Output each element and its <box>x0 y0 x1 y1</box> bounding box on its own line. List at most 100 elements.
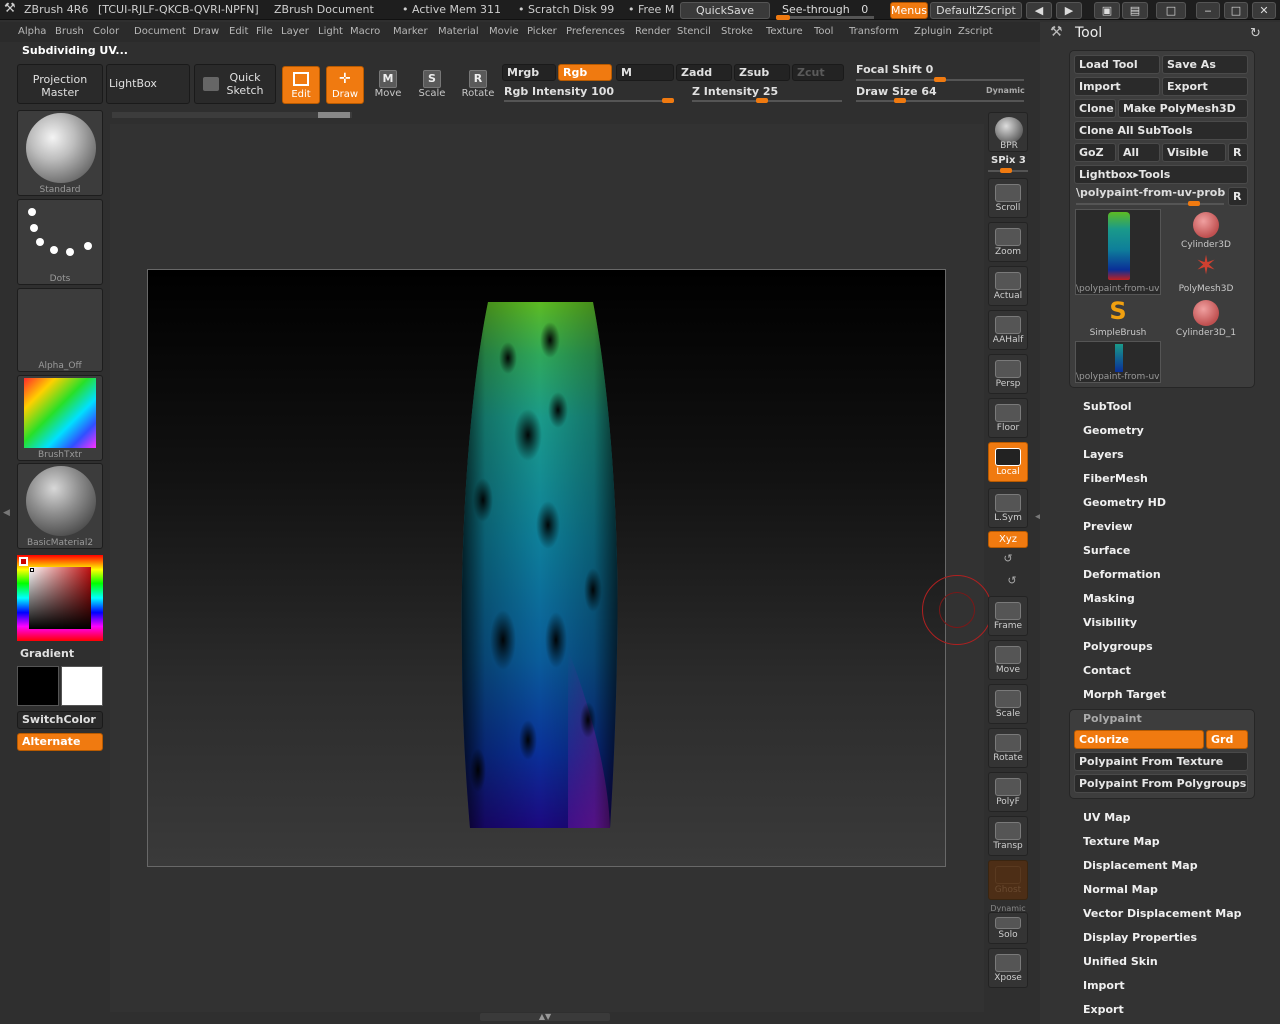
polypaint-from-polygroups-button[interactable]: Polypaint From Polygroups <box>1074 774 1248 793</box>
menu-picker[interactable]: Picker <box>527 26 557 37</box>
default-zscript-button[interactable]: DefaultZScript <box>930 2 1022 19</box>
menu-movie[interactable]: Movie <box>489 26 519 37</box>
section-normal-map[interactable]: Normal Map <box>1083 883 1158 896</box>
frame-button[interactable]: Frame <box>988 596 1028 636</box>
switch-color-button[interactable]: SwitchColor <box>17 711 103 729</box>
rotate-tool-button[interactable]: R Rotate <box>458 66 498 106</box>
section-unified-skin[interactable]: Unified Skin <box>1083 955 1158 968</box>
menu-render[interactable]: Render <box>635 26 671 37</box>
see-through-track[interactable] <box>776 15 874 20</box>
local-button[interactable]: Local <box>988 442 1028 482</box>
edit-button[interactable]: Edit <box>282 66 320 104</box>
clone-button[interactable]: Clone <box>1074 99 1116 118</box>
menu-alpha[interactable]: Alpha <box>18 26 46 37</box>
goz-all-button[interactable]: All <box>1118 143 1160 162</box>
ghost-button[interactable]: Ghost <box>988 860 1028 900</box>
maximize-icon[interactable]: □ <box>1224 2 1248 19</box>
quicksave-button[interactable]: QuickSave <box>680 2 770 19</box>
colorize-button[interactable]: Colorize <box>1074 730 1204 749</box>
menu-brush[interactable]: Brush <box>55 26 84 37</box>
alpha-thumbnail[interactable]: Alpha_Off <box>17 288 103 372</box>
stroke-thumbnail[interactable]: Dots <box>17 199 103 285</box>
z-intensity-slider[interactable]: Z Intensity 25 <box>692 85 778 98</box>
polypaint-from-texture-button[interactable]: Polypaint From Texture <box>1074 752 1248 771</box>
menu-layer[interactable]: Layer <box>281 26 309 37</box>
color-picker[interactable] <box>17 555 103 641</box>
menu-light[interactable]: Light <box>318 26 343 37</box>
menu-tool[interactable]: Tool <box>814 26 833 37</box>
grd-button[interactable]: Grd <box>1206 730 1248 749</box>
subtool-cylinder3d-1[interactable]: Cylinder3D_1 <box>1163 297 1249 341</box>
draw-button[interactable]: ✛ Draw <box>326 66 364 104</box>
section-geometry-hd[interactable]: Geometry HD <box>1083 496 1166 509</box>
scroll-button[interactable]: Scroll <box>988 178 1028 218</box>
scroll-left-icon[interactable]: ◀ <box>1026 2 1052 19</box>
subtool-cylinder3d[interactable]: Cylinder3D <box>1163 209 1249 253</box>
spix-track[interactable] <box>988 168 1028 173</box>
menu-stroke[interactable]: Stroke <box>721 26 753 37</box>
alternate-button[interactable]: Alternate <box>17 733 103 751</box>
lightbox-button[interactable]: LightBox <box>106 64 190 104</box>
goz-button[interactable]: GoZ <box>1074 143 1116 162</box>
bottom-tray-toggle-icon[interactable]: ▲▼ <box>480 1013 610 1021</box>
section-polygroups[interactable]: Polygroups <box>1083 640 1153 653</box>
bpr-button[interactable]: BPR <box>988 112 1028 152</box>
z-intensity-track[interactable] <box>692 98 842 103</box>
rgb-intensity-slider[interactable]: Rgb Intensity 100 <box>504 85 614 98</box>
save-as-button[interactable]: Save As <box>1162 55 1248 74</box>
rgb-intensity-knob[interactable] <box>662 98 674 103</box>
quick-sketch-button[interactable]: Quick Sketch <box>194 64 276 104</box>
section-morph-target[interactable]: Morph Target <box>1083 688 1166 701</box>
color-picker-square[interactable] <box>29 567 91 629</box>
rotate-y-icon[interactable]: ↺ <box>1000 552 1016 568</box>
polypaint-mesh[interactable] <box>148 270 946 867</box>
gradient-label[interactable]: Gradient <box>20 647 74 660</box>
menu-zplugin[interactable]: Zplugin <box>914 26 952 37</box>
transp-button[interactable]: Transp <box>988 816 1028 856</box>
draw-size-knob[interactable] <box>894 98 906 103</box>
actual-button[interactable]: Actual <box>988 266 1028 306</box>
current-tool-name[interactable]: \polypaint-from-uv-proble <box>1076 186 1226 199</box>
document-viewport[interactable] <box>147 269 946 867</box>
section-subtool[interactable]: SubTool <box>1083 400 1132 413</box>
lsym-button[interactable]: L.Sym <box>988 488 1028 528</box>
main-color-black-swatch[interactable] <box>17 666 59 706</box>
section-uv-map[interactable]: UV Map <box>1083 811 1131 824</box>
menu-color[interactable]: Color <box>93 26 119 37</box>
projection-master-button[interactable]: Projection Master <box>17 64 103 104</box>
rotate-view-button[interactable]: Rotate <box>988 728 1028 768</box>
section-vector-displacement-map[interactable]: Vector Displacement Map <box>1083 907 1242 920</box>
polyf-button[interactable]: PolyF <box>988 772 1028 812</box>
lightbox-tools-button[interactable]: Lightbox▸Tools <box>1074 165 1248 184</box>
menu-edit[interactable]: Edit <box>229 26 248 37</box>
dynamic-toggle[interactable]: Dynamic <box>986 86 1025 95</box>
solo-button[interactable]: Solo <box>988 912 1028 944</box>
focal-shift-track[interactable] <box>856 77 1024 82</box>
section-display-properties[interactable]: Display Properties <box>1083 931 1197 944</box>
z-intensity-knob[interactable] <box>756 98 768 103</box>
material-thumbnail[interactable]: BasicMaterial2 <box>17 463 103 549</box>
section-surface[interactable]: Surface <box>1083 544 1130 557</box>
m-button[interactable]: M <box>616 64 674 81</box>
xpose-button[interactable]: Xpose <box>988 948 1028 988</box>
current-tool-slider[interactable] <box>1076 201 1224 206</box>
lock-icon[interactable]: □ <box>1156 2 1186 19</box>
close-icon[interactable]: ✕ <box>1252 2 1276 19</box>
layout-b-icon[interactable]: ▤ <box>1122 2 1148 19</box>
subtool-simplebrush[interactable]: S SimpleBrush <box>1075 297 1161 341</box>
section-layers[interactable]: Layers <box>1083 448 1124 461</box>
subtool-polymesh3d[interactable]: ✶ PolyMesh3D <box>1163 253 1249 297</box>
minimize-icon[interactable]: ‒ <box>1196 2 1220 19</box>
left-tray-toggle-icon[interactable]: ◀ <box>3 508 10 532</box>
zoom-button[interactable]: Zoom <box>988 222 1028 262</box>
move-tool-button[interactable]: M Move <box>368 66 408 106</box>
menu-preferences[interactable]: Preferences <box>566 26 625 37</box>
section-import[interactable]: Import <box>1083 979 1125 992</box>
focal-shift-slider[interactable]: Focal Shift 0 <box>856 63 933 76</box>
clone-all-subtools-button[interactable]: Clone All SubTools <box>1074 121 1248 140</box>
focal-shift-knob[interactable] <box>934 77 946 82</box>
section-deformation[interactable]: Deformation <box>1083 568 1161 581</box>
menu-marker[interactable]: Marker <box>393 26 428 37</box>
aahalf-button[interactable]: AAHalf <box>988 310 1028 350</box>
current-tool-knob[interactable] <box>1188 201 1200 206</box>
